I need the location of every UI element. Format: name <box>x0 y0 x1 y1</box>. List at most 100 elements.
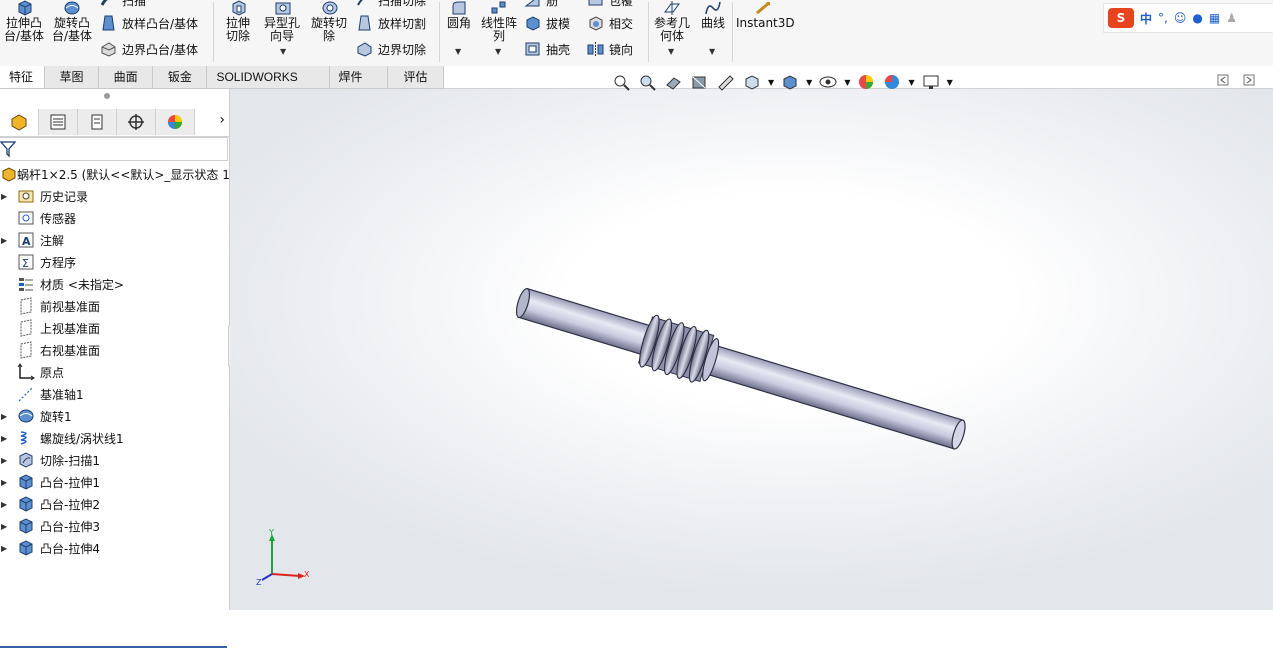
configuration-manager-tab[interactable] <box>78 109 117 135</box>
tab-features[interactable]: 特征 <box>0 66 45 88</box>
sweep-cut-button[interactable]: 扫描切除 <box>356 0 426 10</box>
rib-button[interactable]: 筋 <box>524 0 558 10</box>
loft-boss-label: 放样凸台/基体 <box>122 16 199 31</box>
tree-item[interactable]: 原点 <box>0 361 229 383</box>
feature-manager-tab[interactable] <box>0 109 39 135</box>
sweep-boss-button[interactable]: 扫描 <box>100 0 146 10</box>
expand-arrow-icon[interactable]: ▶ <box>1 500 7 509</box>
display-style-icon[interactable] <box>780 73 800 91</box>
hide-show-dropdown[interactable]: ▼ <box>844 78 850 87</box>
section-view-icon[interactable] <box>690 73 710 91</box>
hole-wizard-dropdown[interactable]: ▼ <box>280 47 286 56</box>
boundary-cut-button[interactable]: 边界切除 <box>356 39 426 59</box>
apply-scene-icon[interactable] <box>882 73 902 91</box>
tree-item[interactable]: ▶ 旋转1 <box>0 405 229 427</box>
restore-window-icon[interactable] <box>1217 74 1229 86</box>
tree-item[interactable]: 材质 <未指定> <box>0 273 229 295</box>
shell-button[interactable]: 抽壳 <box>524 39 570 59</box>
intersect-button[interactable]: 相交 <box>587 13 633 33</box>
linear-pattern-dropdown[interactable]: ▼ <box>495 47 501 56</box>
expand-arrow-icon[interactable]: ▶ <box>1 544 7 553</box>
property-manager-tab[interactable] <box>39 109 78 135</box>
tab-sheet-metal[interactable]: 钣金 <box>153 66 208 88</box>
tree-item[interactable]: 前视基准面 <box>0 295 229 317</box>
tab-surfaces[interactable]: 曲面 <box>99 66 154 88</box>
tab-evaluate[interactable]: 评估 <box>387 66 444 88</box>
edit-appearance-icon[interactable] <box>856 73 876 91</box>
linear-pattern-icon <box>491 1 506 14</box>
chevron-right-icon[interactable]: › <box>219 112 225 128</box>
revolve-cut-button[interactable]: 旋转切除 <box>309 0 351 43</box>
keyboard-icon[interactable]: ▦ <box>1209 11 1220 25</box>
wrap-button[interactable]: 包覆 <box>587 0 633 10</box>
sensor-icon <box>18 211 34 225</box>
emoji-icon[interactable]: ☺ <box>1174 11 1187 25</box>
tree-item[interactable]: ▶ 凸台-拉伸3 <box>0 515 229 537</box>
reference-geometry-button[interactable]: 参考几何体 <box>652 0 692 43</box>
tree-item[interactable]: ▶ 历史记录 <box>0 185 229 207</box>
curves-button[interactable]: 曲线 <box>697 0 729 30</box>
tree-item[interactable]: ▶ 凸台-拉伸1 <box>0 471 229 493</box>
graphics-viewport[interactable]: Y X Z <box>230 89 1273 610</box>
tree-item[interactable]: ▶ 螺旋线/涡状线1 <box>0 427 229 449</box>
revolve-boss-button[interactable]: 旋转凸台/基体 <box>51 0 93 43</box>
extrude-boss-button[interactable]: 拉伸凸台/基体 <box>3 0 45 43</box>
view-orientation-icon[interactable] <box>742 73 762 91</box>
panel-grip-handle[interactable] <box>104 93 110 99</box>
tree-root-part[interactable]: 蜗杆1×2.5 (默认<<默认>_显示状态 1 <box>0 163 230 185</box>
tab-sketch[interactable]: 草图 <box>44 66 100 88</box>
linear-pattern-button[interactable]: 线性阵列 <box>478 0 520 43</box>
expand-arrow-icon[interactable]: ▶ <box>1 192 7 201</box>
display-manager-tab[interactable] <box>156 109 195 135</box>
hide-show-items-icon[interactable] <box>818 73 838 91</box>
instant3d-button[interactable]: Instant3D <box>736 0 795 30</box>
expand-arrow-icon[interactable]: ▶ <box>1 236 7 245</box>
dynamic-annotation-icon[interactable] <box>716 73 736 91</box>
draft-button[interactable]: 拔模 <box>524 13 570 33</box>
previous-view-icon[interactable] <box>664 73 684 91</box>
view-orientation-dropdown[interactable]: ▼ <box>768 78 774 87</box>
tree-item[interactable]: 右视基准面 <box>0 339 229 361</box>
reference-geometry-dropdown[interactable]: ▼ <box>668 47 674 56</box>
worm-shaft-model[interactable] <box>230 89 1273 610</box>
tree-item[interactable]: ▶ 切除-扫描1 <box>0 449 229 471</box>
expand-arrow-icon[interactable]: ▶ <box>1 522 7 531</box>
dimxpert-manager-tab[interactable] <box>117 109 156 135</box>
maximize-window-icon[interactable] <box>1243 74 1255 86</box>
boundary-boss-button[interactable]: 边界凸台/基体 <box>100 39 198 59</box>
extrude-cut-button[interactable]: 拉伸切除 <box>217 0 259 43</box>
view-settings-dropdown[interactable]: ▼ <box>947 78 953 87</box>
fillet-button[interactable]: 圆角 <box>443 0 475 30</box>
apply-scene-dropdown[interactable]: ▼ <box>908 78 914 87</box>
user-icon[interactable]: ♟ <box>1226 11 1237 25</box>
loft-boss-button[interactable]: 放样凸台/基体 <box>100 13 198 33</box>
fillet-dropdown[interactable]: ▼ <box>455 47 461 56</box>
tree-filter-bar[interactable] <box>0 137 228 161</box>
expand-arrow-icon[interactable]: ▶ <box>1 456 7 465</box>
ime-punctuation-toggle[interactable]: °, <box>1158 11 1168 25</box>
microphone-icon[interactable]: ● <box>1192 11 1202 25</box>
curves-dropdown[interactable]: ▼ <box>709 47 715 56</box>
tree-item[interactable]: 上视基准面 <box>0 317 229 339</box>
tree-item[interactable]: 基准轴1 <box>0 383 229 405</box>
zoom-to-area-icon[interactable] <box>638 73 658 91</box>
tab-mbd[interactable]: SOLIDWORKS MBD <box>207 66 330 106</box>
loft-cut-button[interactable]: 放样切割 <box>356 13 426 33</box>
filter-icon[interactable] <box>0 140 16 158</box>
tab-weldments[interactable]: 焊件(D) <box>329 66 388 106</box>
tree-item[interactable]: 传感器 <box>0 207 229 229</box>
ime-language-toggle[interactable]: 中 <box>1140 10 1152 27</box>
expand-arrow-icon[interactable]: ▶ <box>1 434 7 443</box>
tree-item[interactable]: ▶ 凸台-拉伸2 <box>0 493 229 515</box>
sogou-logo-icon[interactable]: S <box>1108 8 1134 28</box>
view-settings-icon[interactable] <box>921 73 941 91</box>
tree-item[interactable]: ▶ A 注解 <box>0 229 229 251</box>
zoom-to-fit-icon[interactable] <box>612 73 632 91</box>
expand-arrow-icon[interactable]: ▶ <box>1 478 7 487</box>
hole-wizard-button[interactable]: 异型孔向导 <box>262 0 304 43</box>
mirror-button[interactable]: 镜向 <box>587 39 633 59</box>
expand-arrow-icon[interactable]: ▶ <box>1 412 7 421</box>
display-style-dropdown[interactable]: ▼ <box>806 78 812 87</box>
tree-item[interactable]: Σ 方程序 <box>0 251 229 273</box>
tree-item[interactable]: ▶ 凸台-拉伸4 <box>0 537 229 559</box>
